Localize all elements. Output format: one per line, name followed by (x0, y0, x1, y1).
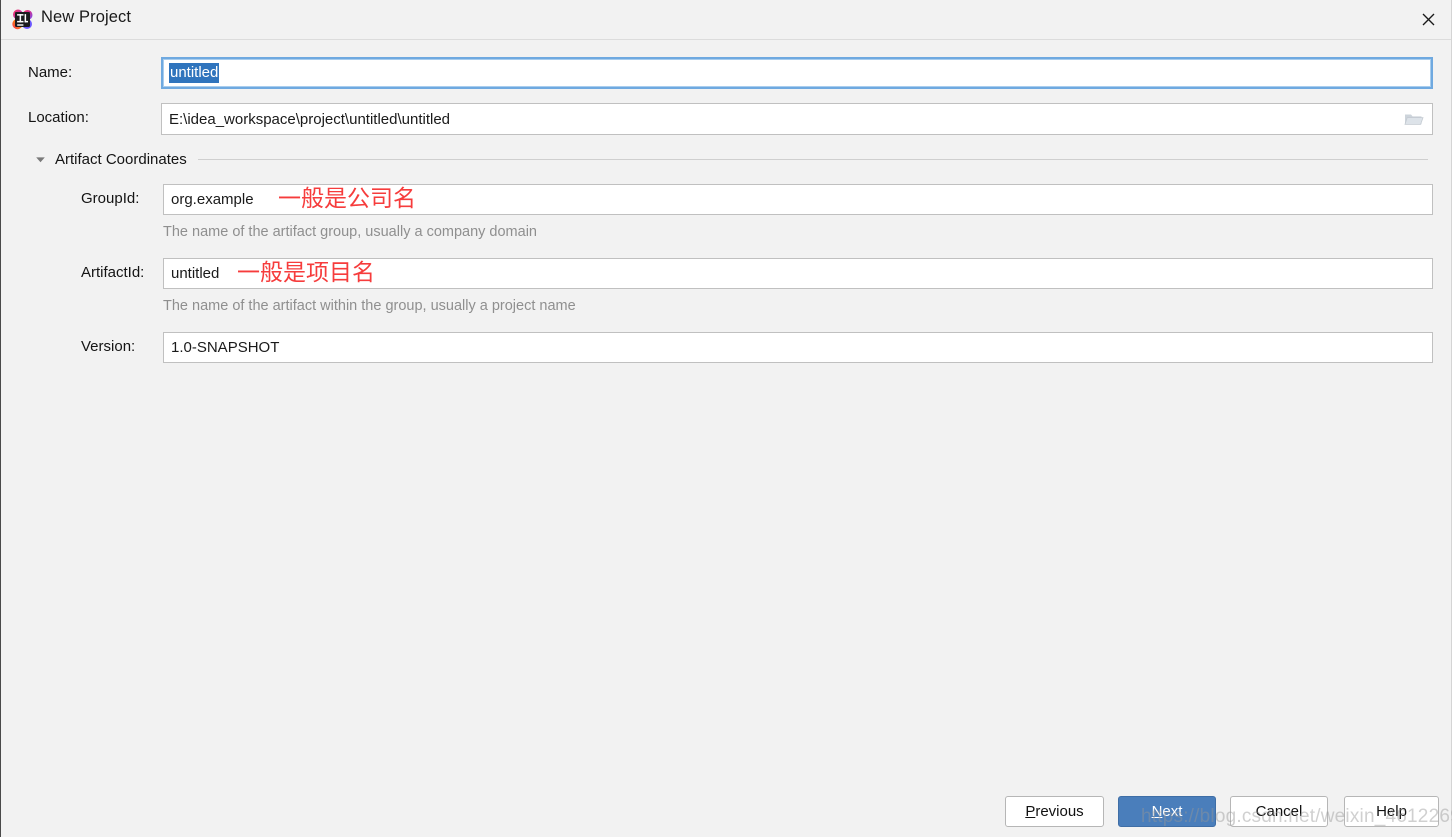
name-label: Name: (28, 64, 73, 81)
group-id-hint: The name of the artifact group, usually … (163, 224, 537, 240)
group-id-input[interactable]: org.example (163, 184, 1433, 215)
title-bar: New Project (1, 0, 1451, 40)
version-input-value: 1.0-SNAPSHOT (171, 339, 280, 356)
artifact-coordinates-section-header[interactable]: Artifact Coordinates (34, 148, 1428, 170)
artifact-id-input[interactable]: untitled (163, 258, 1433, 289)
folder-icon[interactable] (1404, 111, 1424, 127)
help-button[interactable]: Help (1344, 796, 1439, 827)
location-label: Location: (28, 109, 89, 126)
version-label: Version: (81, 338, 136, 355)
artifact-id-hint: The name of the artifact within the grou… (163, 298, 576, 314)
next-button-mnemonic: N (1151, 803, 1163, 820)
close-button[interactable] (1405, 0, 1451, 38)
help-button-label: Help (1376, 803, 1407, 820)
artifact-coordinates-title: Artifact Coordinates (55, 150, 187, 168)
name-input-value: untitled (169, 63, 220, 83)
window-title: New Project (41, 8, 132, 26)
location-input[interactable]: E:\idea_workspace\project\untitled\untit… (161, 103, 1433, 135)
new-project-dialog: New Project Name: untitled Location: E:\… (0, 0, 1452, 837)
next-button-label: ext (1162, 803, 1183, 820)
previous-button-label: revious (1035, 803, 1084, 820)
intellij-idea-icon (12, 9, 33, 30)
group-id-input-value: org.example (171, 191, 254, 208)
group-id-label: GroupId: (81, 190, 140, 207)
previous-button[interactable]: Previous (1005, 796, 1104, 827)
next-button[interactable]: Next (1118, 796, 1216, 827)
close-icon (1422, 13, 1435, 26)
version-input[interactable]: 1.0-SNAPSHOT (163, 332, 1433, 363)
name-input[interactable]: untitled (161, 57, 1433, 89)
artifact-id-input-value: untitled (171, 265, 220, 282)
location-input-value: E:\idea_workspace\project\untitled\untit… (169, 110, 451, 128)
artifact-id-label: ArtifactId: (81, 264, 145, 281)
section-divider (197, 158, 1428, 160)
chevron-down-icon (34, 153, 47, 166)
cancel-button-label: Cancel (1255, 803, 1303, 820)
previous-button-mnemonic: P (1025, 803, 1036, 820)
cancel-button[interactable]: Cancel (1230, 796, 1328, 827)
